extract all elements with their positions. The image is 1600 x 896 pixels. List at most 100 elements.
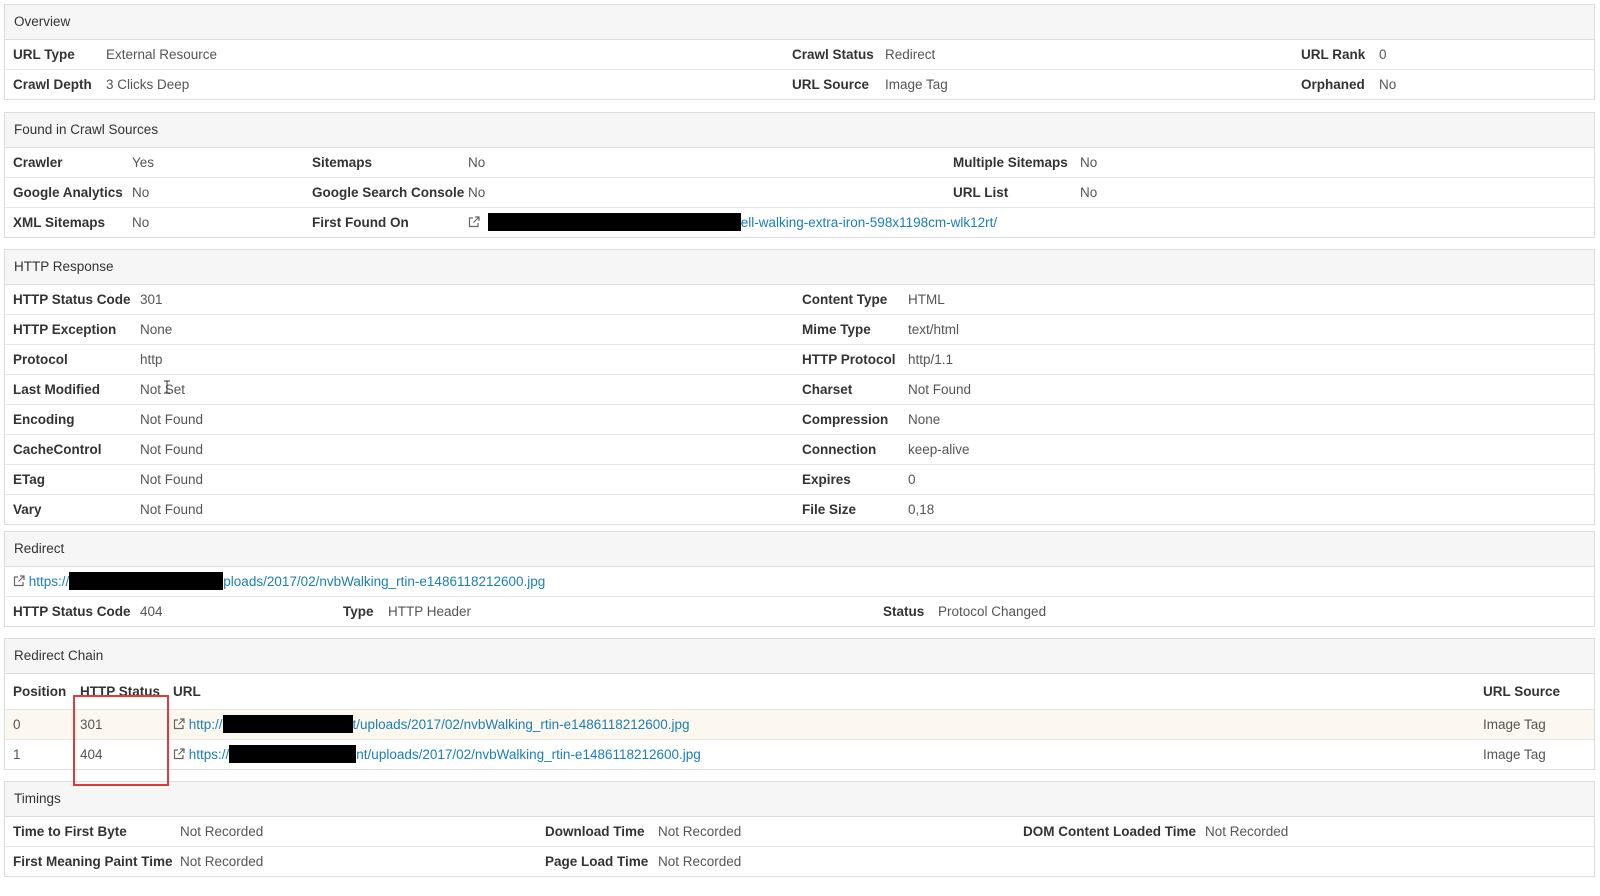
chain-url-prefix[interactable]: http:// (189, 717, 223, 732)
google-search-console-label: Google Search Console (312, 185, 465, 200)
chain-url-suffix[interactable]: nt/uploads/2017/02/nvbWalking_rtin-e1486… (356, 747, 701, 762)
chain-url-suffix[interactable]: t/uploads/2017/02/nvbWalking_rtin-e14861… (353, 717, 690, 732)
http-field-value: Not Found (140, 442, 204, 457)
column-header-url[interactable]: URL (173, 674, 201, 709)
page-load-time-label: Page Load Time (545, 854, 649, 869)
sources-row: Crawler Yes Sitemaps No Multiple Sitemap… (5, 148, 1594, 178)
redirect-chain-panel: Redirect Chain Position HTTP Status URL … (4, 638, 1595, 770)
crawl-sources-title: Found in Crawl Sources (5, 113, 1594, 148)
download-time-value: Not Recorded (658, 824, 742, 839)
redirect-status-label: Status (883, 604, 925, 619)
url-list-value: No (1080, 185, 1098, 200)
http-row: HTTP Exception None Mime Type text/html (5, 315, 1594, 345)
redirect-url-link[interactable]: https:// ploads/2017/02/nvbWalking_rtin-e… (13, 567, 545, 596)
sources-row: XML Sitemaps No First Found On ell-walki… (5, 208, 1594, 237)
http-field-value: Not Found (908, 382, 972, 397)
http-field-label: HTTP Exception (13, 322, 117, 337)
first-found-on-url[interactable]: ell-walking-extra-iron-598x1198cm-wlk12r… (741, 215, 997, 230)
overview-title: Overview (5, 5, 1594, 40)
url-source-label: URL Source (792, 77, 870, 92)
chain-url-source: Image Tag (1483, 747, 1546, 762)
first-found-on-link[interactable]: ell-walking-extra-iron-598x1198cm-wlk12r… (468, 208, 997, 237)
http-field-label: Vary (13, 502, 42, 517)
chain-http-status: 404 (80, 747, 103, 762)
dom-content-loaded-value: Not Recorded (1205, 824, 1289, 839)
column-header-url-source[interactable]: URL Source (1483, 674, 1560, 709)
redirect-url-row: https:// ploads/2017/02/nvbWalking_rtin-e… (5, 567, 1594, 597)
http-field-value: 0 (908, 472, 916, 487)
http-row: Last Modified Not Set Charset Not Found (5, 375, 1594, 405)
text-cursor-icon (164, 380, 170, 394)
sources-row: Google Analytics No Google Search Consol… (5, 178, 1594, 208)
crawler-label: Crawler (13, 155, 63, 170)
url-type-value: External Resource (106, 47, 218, 62)
table-row[interactable]: 1 404 https:// nt/uploads/2017/02/nvbWalk… (5, 740, 1594, 769)
http-row: Protocol http HTTP Protocol http/1.1 (5, 345, 1594, 375)
redirect-chain-header: Position HTTP Status URL URL Source (5, 674, 1594, 710)
external-link-icon[interactable] (173, 718, 185, 730)
http-field-value: http (140, 352, 163, 367)
http-field-label: Charset (802, 382, 853, 397)
first-meaning-paint-value: Not Recorded (180, 854, 264, 869)
crawl-sources-panel: Found in Crawl Sources Crawler Yes Sitem… (4, 112, 1595, 238)
http-field-value: None (140, 322, 173, 337)
http-field-value: http/1.1 (908, 352, 954, 367)
http-field-label: Mime Type (802, 322, 871, 337)
http-field-label: Protocol (13, 352, 68, 367)
chain-url-link[interactable]: https:// nt/uploads/2017/02/nvbWalking_rt… (173, 740, 701, 769)
http-row: ETag Not Found Expires 0 (5, 465, 1594, 495)
xml-sitemaps-label: XML Sitemaps (13, 215, 106, 230)
ttfb-value: Not Recorded (180, 824, 264, 839)
redirect-type-label: Type (343, 604, 374, 619)
external-link-icon[interactable] (468, 216, 480, 228)
http-field-label: HTTP Protocol (802, 352, 896, 367)
redirect-status-code-label: HTTP Status Code (13, 604, 131, 619)
http-row: Vary Not Found File Size 0,18 (5, 495, 1594, 524)
http-field-label: File Size (802, 502, 857, 517)
sitemaps-label: Sitemaps (312, 155, 373, 170)
http-field-value: None (908, 412, 941, 427)
http-field-label: Expires (802, 472, 851, 487)
crawl-status-label: Crawl Status (792, 47, 874, 62)
crawl-depth-value: 3 Clicks Deep (106, 77, 190, 92)
download-time-label: Download Time (545, 824, 645, 839)
redirect-status-value: Protocol Changed (938, 604, 1047, 619)
http-field-label: Encoding (13, 412, 75, 427)
ttfb-label: Time to First Byte (13, 824, 127, 839)
redirect-status-code-value: 404 (140, 604, 163, 619)
redirect-status-row: HTTP Status Code 404 Type HTTP Header St… (5, 597, 1594, 626)
http-field-value: keep-alive (908, 442, 970, 457)
crawl-depth-label: Crawl Depth (13, 77, 92, 92)
table-row[interactable]: 0 301 http:// t/uploads/2017/02/nvbWalkin… (5, 710, 1594, 740)
http-row: CacheControl Not Found Connection keep-aliv… (5, 435, 1594, 465)
overview-row: URL Type External Resource Crawl Status … (5, 40, 1594, 70)
sitemaps-value: No (468, 155, 486, 170)
overview-panel: Overview URL Type External Resource Craw… (4, 4, 1595, 100)
external-link-icon[interactable] (173, 748, 185, 760)
orphaned-label: Orphaned (1301, 77, 1365, 92)
first-meaning-paint-label: First Meaning Paint Time (13, 854, 173, 869)
external-link-icon[interactable] (13, 575, 25, 587)
redirect-type-value: HTTP Header (388, 604, 472, 619)
url-type-label: URL Type (13, 47, 75, 62)
chain-url-prefix[interactable]: https:// (189, 747, 230, 762)
page-load-time-value: Not Recorded (658, 854, 742, 869)
redacted-block (69, 572, 224, 590)
http-field-value: Not Found (140, 502, 204, 517)
http-field-label: CacheControl (13, 442, 102, 457)
http-field-label: Content Type (802, 292, 888, 307)
multiple-sitemaps-label: Multiple Sitemaps (953, 155, 1068, 170)
url-list-label: URL List (953, 185, 1009, 200)
chain-http-status: 301 (80, 717, 103, 732)
multiple-sitemaps-value: No (1080, 155, 1098, 170)
url-rank-value: 0 (1379, 47, 1387, 62)
column-header-http-status[interactable]: HTTP Status (80, 674, 160, 709)
redirect-url-prefix[interactable]: https:// (29, 574, 70, 589)
timings-row: First Meaning Paint Time Not Recorded Pa… (5, 847, 1594, 876)
column-header-position[interactable]: Position (13, 674, 66, 709)
redirect-url-suffix[interactable]: ploads/2017/02/nvbWalking_rtin-e14861182… (223, 574, 545, 589)
google-analytics-label: Google Analytics (13, 185, 123, 200)
redacted-block (222, 715, 353, 733)
chain-url-link[interactable]: http:// t/uploads/2017/02/nvbWalking_rtin… (173, 710, 690, 739)
redirect-chain-title: Redirect Chain (5, 639, 1594, 674)
